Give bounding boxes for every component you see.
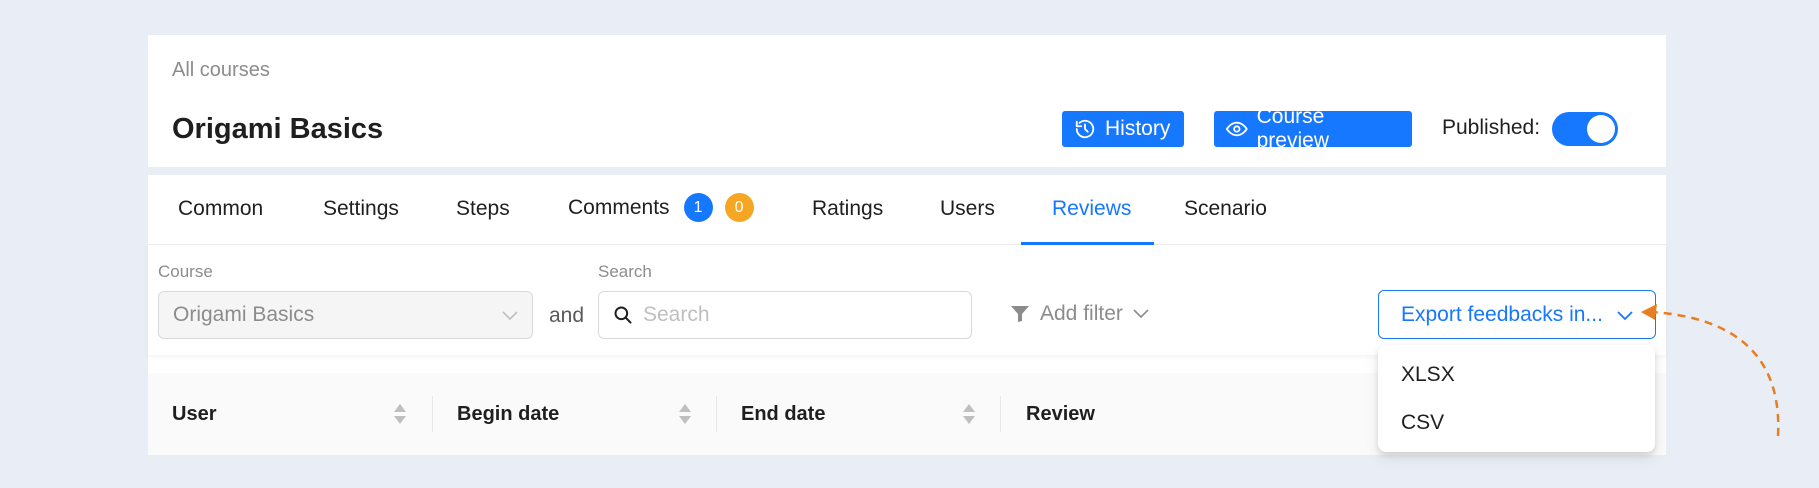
tab-steps[interactable]: Steps [456, 197, 510, 221]
comments-new-count-badge: 1 [683, 193, 713, 222]
history-icon [1075, 119, 1095, 139]
chevron-down-icon [502, 303, 518, 327]
export-option-xlsx[interactable]: XLSX [1401, 363, 1455, 387]
history-button-label: History [1105, 117, 1171, 140]
course-select-value: Origami Basics [173, 303, 315, 326]
eye-icon [1226, 121, 1248, 137]
tab-comments[interactable]: Comments 1 0 [568, 193, 754, 222]
search-box[interactable] [598, 291, 972, 339]
tab-common[interactable]: Common [178, 197, 263, 221]
page-title: Origami Basics [172, 113, 384, 145]
search-icon [614, 306, 632, 324]
column-header-review[interactable]: Review [1026, 373, 1095, 455]
sort-icon[interactable] [678, 403, 692, 425]
course-select[interactable]: Origami Basics [158, 291, 533, 339]
search-input[interactable] [643, 303, 943, 327]
export-option-csv[interactable]: CSV [1401, 411, 1444, 435]
tab-comments-label: Comments [568, 195, 670, 219]
column-divider [716, 396, 717, 432]
chevron-down-icon [1617, 303, 1633, 327]
published-label: Published: [1442, 116, 1541, 139]
tab-scenario[interactable]: Scenario [1184, 197, 1267, 221]
search-field-label: Search [598, 262, 652, 281]
and-connector: and [549, 304, 585, 327]
tab-reviews[interactable]: Reviews [1052, 197, 1131, 221]
comments-pending-count-badge: 0 [724, 193, 754, 222]
filter-bar: Course Origami Basics and Search Add fil… [148, 245, 1666, 355]
course-tabs: Common Settings Steps Comments 1 0 Ratin… [148, 175, 1666, 245]
tab-settings[interactable]: Settings [323, 197, 399, 221]
column-header-end-date[interactable]: End date [741, 373, 825, 455]
published-toggle[interactable] [1552, 112, 1618, 146]
toggle-knob [1587, 115, 1615, 143]
column-header-user[interactable]: User [172, 373, 216, 455]
course-field-label: Course [158, 262, 213, 281]
column-divider [1000, 396, 1001, 432]
course-header: All courses Origami Basics History Cours… [148, 35, 1666, 167]
tab-ratings[interactable]: Ratings [812, 197, 883, 221]
column-divider [432, 396, 433, 432]
column-header-begin-date[interactable]: Begin date [457, 373, 559, 455]
sort-icon[interactable] [393, 403, 407, 425]
tab-users[interactable]: Users [940, 197, 995, 221]
course-preview-label: Course preview [1256, 105, 1329, 152]
add-filter-label: Add filter [1040, 302, 1123, 325]
sort-icon[interactable] [962, 403, 976, 425]
breadcrumb-all-courses[interactable]: All courses [172, 59, 270, 82]
export-format-dropdown: XLSX CSV [1378, 345, 1655, 452]
filter-icon [1011, 306, 1029, 322]
export-feedbacks-select[interactable]: Export feedbacks in... [1378, 290, 1656, 339]
history-button[interactable]: History [1062, 111, 1184, 147]
chevron-down-icon [1133, 309, 1149, 319]
add-filter-button[interactable]: Add filter [1010, 302, 1149, 326]
course-preview-button[interactable]: Course preview [1214, 105, 1412, 152]
export-feedbacks-label: Export feedbacks in... [1401, 302, 1603, 326]
